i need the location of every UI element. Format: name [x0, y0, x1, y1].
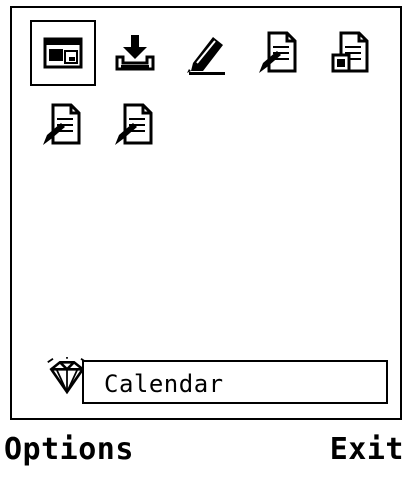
app-slot-6[interactable]	[30, 92, 96, 158]
options-softkey[interactable]: Options	[4, 432, 134, 467]
app-slot-7[interactable]	[102, 92, 168, 158]
download-tray-icon	[115, 35, 155, 71]
document-pen-icon	[43, 103, 81, 145]
app-slot-1[interactable]	[30, 20, 96, 86]
selected-app-label: Calendar	[104, 370, 224, 398]
pencil-icon	[187, 37, 225, 75]
app-icon-grid	[30, 20, 390, 160]
app-slot-3[interactable]	[174, 20, 240, 86]
document-pen-icon	[115, 103, 153, 145]
phone-screen: Calendar	[10, 6, 402, 420]
document-pen-icon	[259, 31, 297, 73]
window-app-icon	[43, 37, 83, 69]
softkey-bar: Options Exit	[0, 428, 410, 478]
selected-app-field: Calendar	[82, 360, 388, 404]
exit-softkey[interactable]: Exit	[330, 432, 404, 467]
app-slot-5[interactable]	[318, 20, 384, 86]
document-image-icon	[331, 31, 369, 73]
app-slot-2[interactable]	[102, 20, 168, 86]
app-slot-4[interactable]	[246, 20, 312, 86]
